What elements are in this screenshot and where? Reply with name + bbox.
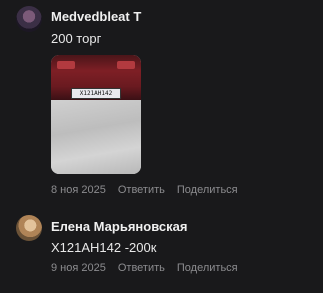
- comment-date[interactable]: 9 ноя 2025: [51, 262, 106, 274]
- comment-text: Х121АН142 -200к: [51, 240, 157, 255]
- comment-date[interactable]: 8 ноя 2025: [51, 184, 106, 196]
- author-name[interactable]: Medvedbleat T: [51, 9, 141, 24]
- avatar[interactable]: [16, 215, 42, 241]
- share-button[interactable]: Поделиться: [177, 184, 238, 196]
- license-plate: Х121АН142: [71, 88, 121, 99]
- car-rear-image: Х121АН142: [51, 55, 141, 100]
- share-button[interactable]: Поделиться: [177, 262, 238, 274]
- snow-ground: [51, 100, 141, 174]
- comment-text: 200 торг: [51, 31, 102, 46]
- reply-button[interactable]: Ответить: [118, 262, 165, 274]
- comment-meta: 8 ноя 2025 Ответить Поделиться: [51, 184, 238, 196]
- reply-button[interactable]: Ответить: [118, 184, 165, 196]
- avatar[interactable]: [16, 6, 42, 32]
- comment-meta: 9 ноя 2025 Ответить Поделиться: [51, 262, 238, 274]
- author-name[interactable]: Елена Марьяновская: [51, 219, 187, 234]
- attached-photo[interactable]: Х121АН142: [51, 55, 141, 174]
- tail-light: [57, 61, 75, 69]
- tail-light: [117, 61, 135, 69]
